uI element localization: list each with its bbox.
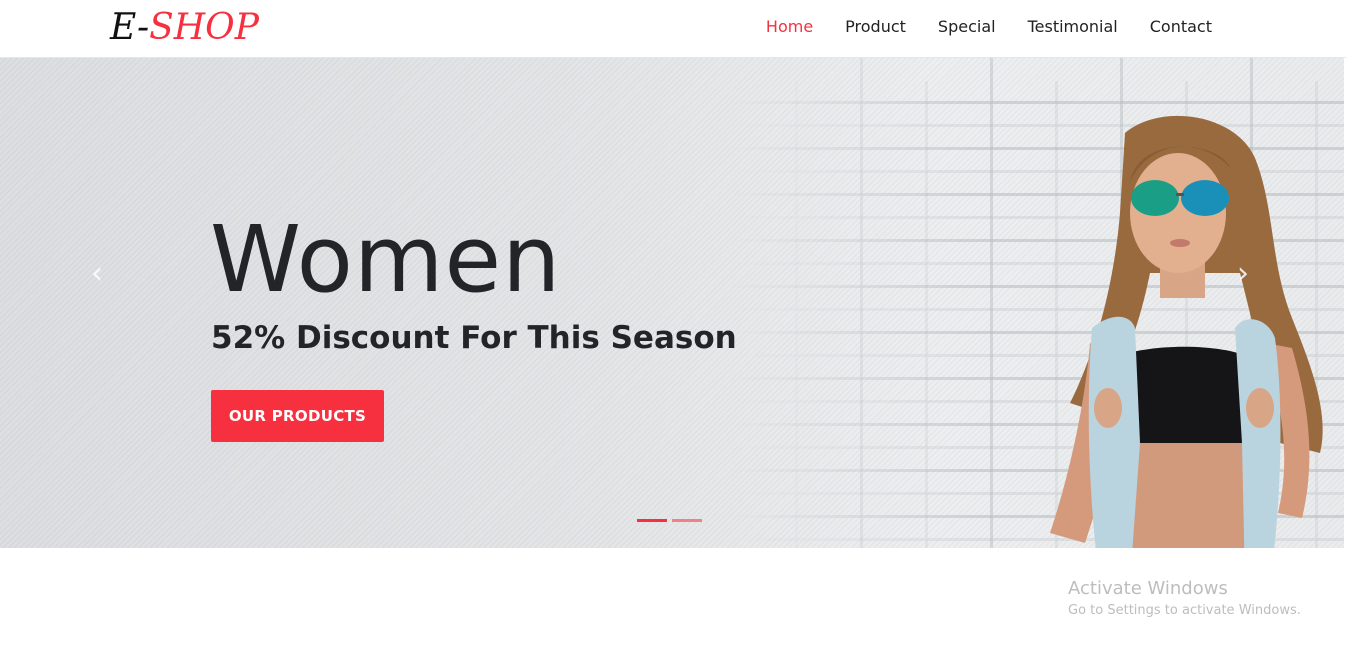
nav-link-testimonial[interactable]: Testimonial [1028, 17, 1118, 36]
nav-link-special[interactable]: Special [938, 17, 996, 36]
chevron-left-icon[interactable]: ‹ [82, 254, 112, 294]
model-vest-left [1088, 316, 1140, 548]
our-products-button[interactable]: OUR PRODUCTS [211, 390, 384, 442]
carousel-indicator-1[interactable] [637, 519, 667, 522]
model-lips [1170, 239, 1190, 247]
hero-carousel: ‹ › Women 52% Discount For This Season O… [0, 58, 1344, 548]
carousel-indicator-2[interactable] [672, 519, 702, 522]
hero-title: Women [210, 206, 562, 313]
brand-logo[interactable]: E-SHOP [110, 6, 259, 50]
model-sunglasses-right [1181, 180, 1229, 216]
watermark-subtitle: Go to Settings to activate Windows. [1068, 603, 1301, 618]
watermark-title: Activate Windows [1068, 578, 1228, 599]
nav-link-contact[interactable]: Contact [1150, 17, 1212, 36]
model-photo [1050, 115, 1323, 548]
navbar: E-SHOP Home Product Special Testimonial … [0, 0, 1346, 58]
model-sunglasses-left [1131, 180, 1179, 216]
chevron-right-icon[interactable]: › [1228, 254, 1258, 294]
windows-activation-watermark: Activate Windows Go to Settings to activ… [1068, 578, 1301, 622]
brand-accent: SHOP [149, 7, 259, 48]
model-sunglasses-bridge [1176, 193, 1184, 196]
model-hand-right [1246, 388, 1274, 428]
carousel-indicators [637, 519, 707, 522]
nav-link-home[interactable]: Home [766, 17, 813, 36]
brand-prefix: E- [110, 7, 150, 48]
nav-link-product[interactable]: Product [845, 17, 906, 36]
model-hand-left [1094, 388, 1122, 428]
hero-subtitle: 52% Discount For This Season [211, 320, 737, 356]
nav-menu: Home Product Special Testimonial Contact [734, 17, 1212, 37]
